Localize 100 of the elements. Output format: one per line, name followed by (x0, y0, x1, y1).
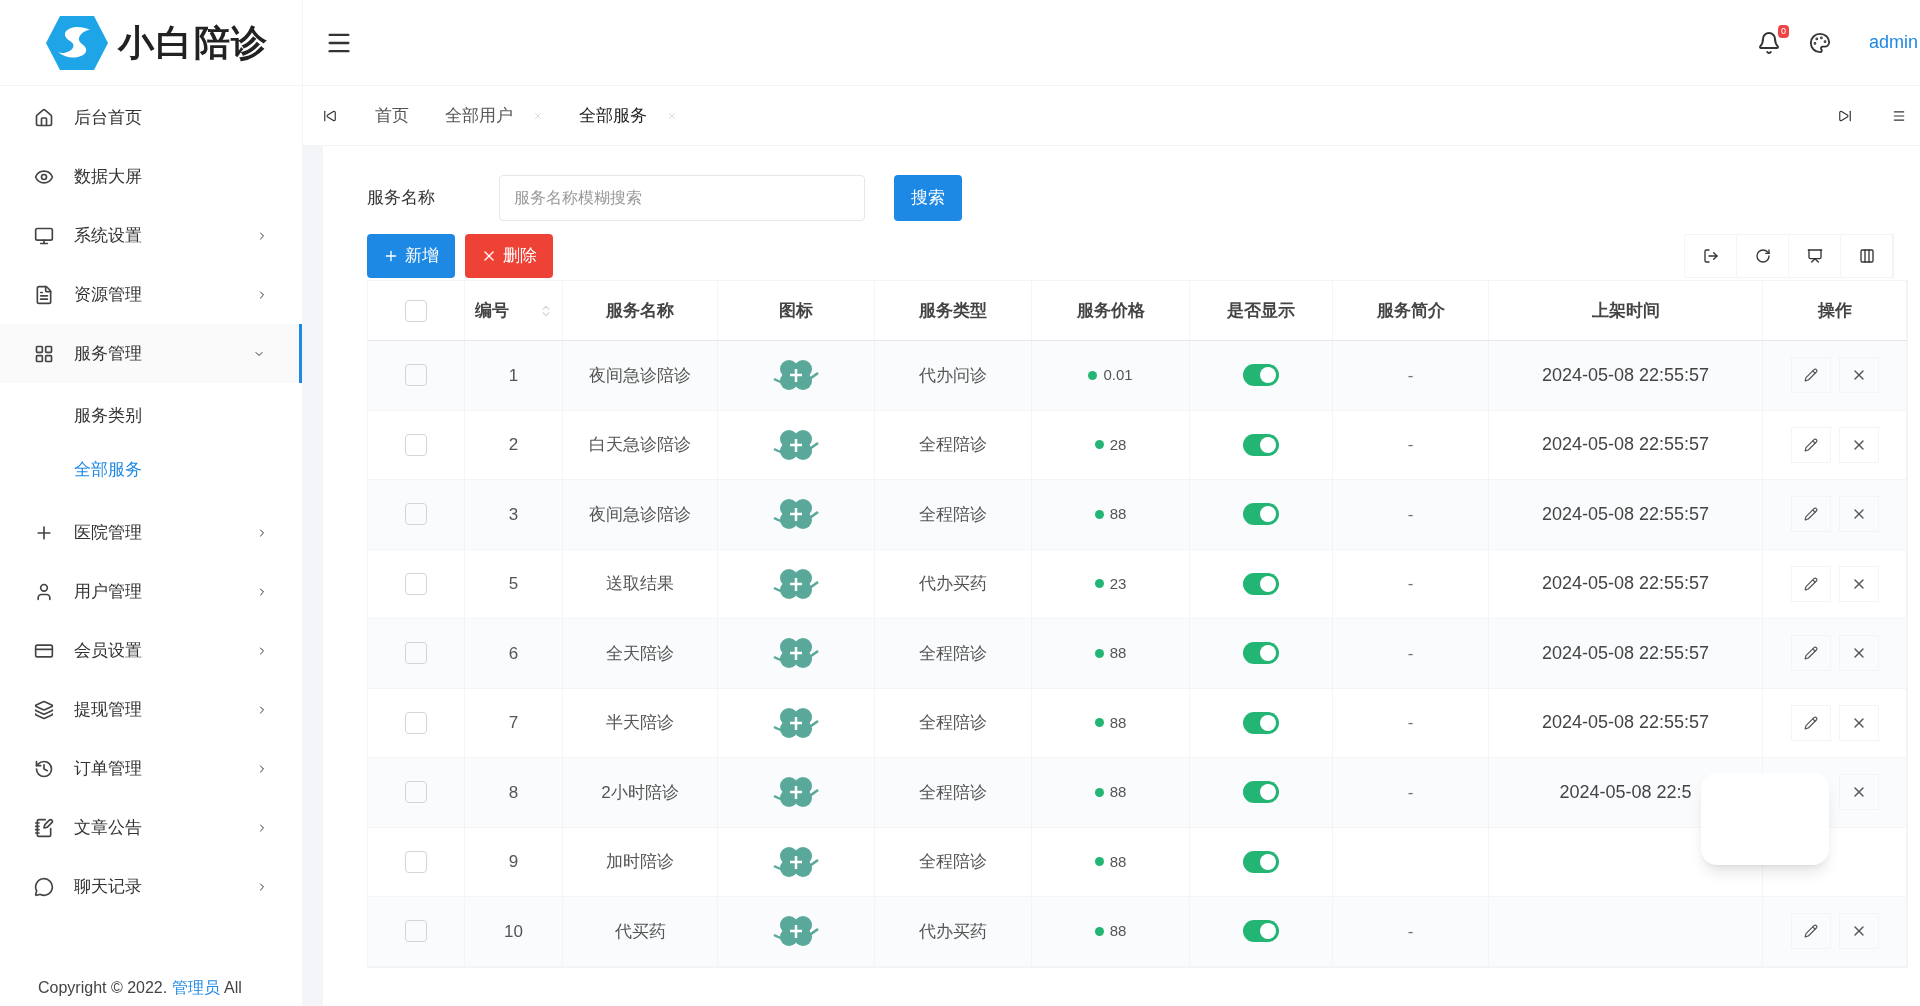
sidebar-item[interactable]: 订单管理 (0, 739, 302, 798)
table-cell-text: - (1407, 503, 1414, 526)
table-cell-text: 2024-05-08 22:55:57 (1541, 641, 1710, 665)
table-cell-text: 7 (508, 712, 519, 734)
edit-button[interactable] (1790, 635, 1831, 672)
submenu-item[interactable]: 服务类别 (0, 389, 302, 443)
history-icon (34, 758, 54, 779)
chat-icon (34, 876, 54, 897)
toggle-switch[interactable] (1243, 364, 1279, 387)
table-cell-text: 9 (508, 851, 519, 873)
row-checkbox[interactable] (405, 364, 427, 387)
table-cell-text: 88 (1109, 504, 1127, 524)
table-cell-text: 2024-05-08 22:5 (1559, 780, 1692, 804)
palette-icon[interactable] (1808, 31, 1831, 54)
column-header: 是否显示 (1227, 299, 1295, 322)
table-cell-text: 0.01 (1103, 365, 1133, 385)
row-checkbox[interactable] (405, 572, 427, 595)
table-cell-text: 3 (508, 503, 519, 526)
sidebar-item[interactable]: 后台首页 (0, 88, 302, 147)
table-cell-text: 送取结果 (606, 573, 674, 595)
remove-button[interactable] (1838, 426, 1879, 463)
delete-button[interactable]: 删除 (465, 234, 553, 278)
pencil-icon (1803, 646, 1818, 661)
remove-button[interactable] (1838, 496, 1879, 533)
toggle-switch[interactable] (1243, 572, 1279, 595)
sidebar-item[interactable]: 提现管理 (0, 680, 302, 739)
table-cell-text: 加时陪诊 (606, 851, 674, 873)
sidebar-item[interactable]: 服务管理 (0, 324, 302, 383)
remove-button[interactable] (1838, 704, 1879, 741)
pencil-icon (1803, 576, 1818, 591)
column-header: 图标 (779, 299, 813, 322)
sidebar-item[interactable]: 会员设置 (0, 621, 302, 680)
pencil-icon (1803, 507, 1818, 522)
remove-button[interactable] (1838, 357, 1879, 394)
row-checkbox[interactable] (405, 711, 427, 734)
edit-button[interactable] (1790, 357, 1831, 394)
bell-icon[interactable] (1756, 30, 1781, 55)
toggle-switch[interactable] (1243, 850, 1279, 873)
toggle-switch[interactable] (1243, 642, 1279, 665)
page-tab[interactable]: 全部用户 (445, 86, 543, 145)
row-checkbox[interactable] (405, 503, 427, 526)
search-field[interactable]: 服务名称模糊搜索 (499, 175, 865, 221)
toggle-switch[interactable] (1243, 781, 1279, 804)
table-cell-text: 88 (1109, 712, 1127, 733)
notification-badge: 0 (1777, 24, 1789, 38)
scroll-right-icon[interactable] (1838, 108, 1852, 123)
table-cell-text: 2024-05-08 22:55:57 (1541, 433, 1710, 457)
logo-title: 小白陪诊 (118, 20, 270, 65)
sidebar-item[interactable]: 用户管理 (0, 562, 302, 621)
table-cell-text: 全程陪诊 (919, 781, 987, 804)
column-header: 操作 (1817, 299, 1852, 322)
table-cell-text: 2024-05-08 22:55:57 (1541, 572, 1710, 596)
sidebar-item[interactable]: 系统设置 (0, 206, 302, 265)
edit-button[interactable] (1790, 565, 1831, 602)
toggle-switch[interactable] (1243, 711, 1279, 734)
row-checkbox[interactable] (405, 920, 427, 943)
edit-button[interactable] (1790, 913, 1831, 950)
remove-button[interactable] (1838, 774, 1879, 811)
row-checkbox[interactable] (405, 850, 427, 873)
admin-link[interactable]: 管理员 (171, 979, 220, 996)
add-button[interactable]: 新增 (367, 234, 455, 278)
remove-button[interactable] (1838, 913, 1879, 950)
sidebar-item[interactable]: 数据大屏 (0, 147, 302, 206)
tabs-menu-icon[interactable] (1892, 108, 1906, 123)
toggle-switch[interactable] (1243, 920, 1279, 943)
row-checkbox[interactable] (405, 642, 427, 665)
column-header: 服务名称 (606, 299, 674, 322)
username[interactable]: admin (1868, 29, 1920, 56)
table-cell-text: 88 (1109, 851, 1127, 872)
pencil-icon (1803, 368, 1818, 383)
sidebar-item[interactable]: 文章公告 (0, 798, 302, 857)
toggle-switch[interactable] (1243, 503, 1279, 526)
search-button[interactable]: 搜索 (894, 175, 962, 221)
remove-button[interactable] (1838, 565, 1879, 602)
page-tab[interactable]: 首页 (375, 86, 409, 145)
grid-icon (34, 343, 54, 364)
plus-icon (383, 248, 399, 264)
sidebar-item[interactable]: 聊天记录 (0, 857, 302, 916)
edit-button[interactable] (1790, 426, 1831, 463)
copyright-text: Copyright © 2022. 管理员 All (37, 978, 243, 998)
toggle-switch[interactable] (1243, 433, 1279, 456)
row-checkbox[interactable] (405, 433, 427, 456)
close-tab-icon[interactable] (667, 110, 677, 121)
table-cell-text: 全程陪诊 (919, 503, 987, 526)
row-checkbox[interactable] (405, 781, 427, 804)
table-cell-text: - (1407, 573, 1414, 595)
edit-button[interactable] (1790, 496, 1831, 533)
scroll-left-icon[interactable] (323, 108, 337, 123)
select-all-checkbox[interactable] (405, 299, 427, 322)
close-tab-icon[interactable] (533, 110, 543, 121)
sidebar-item[interactable]: 资源管理 (0, 265, 302, 324)
sidebar-item[interactable]: 医院管理 (0, 503, 302, 562)
table-cell-text: 全天陪诊 (606, 642, 674, 665)
table-cell-text: 2 (508, 434, 519, 456)
remove-button[interactable] (1838, 635, 1879, 672)
table-cell-text: 6 (508, 642, 519, 665)
search-label: 服务名称 (367, 187, 436, 210)
submenu-item[interactable]: 全部服务 (0, 443, 302, 497)
edit-button[interactable] (1790, 704, 1831, 741)
table-cell-text: 88 (1109, 921, 1127, 941)
